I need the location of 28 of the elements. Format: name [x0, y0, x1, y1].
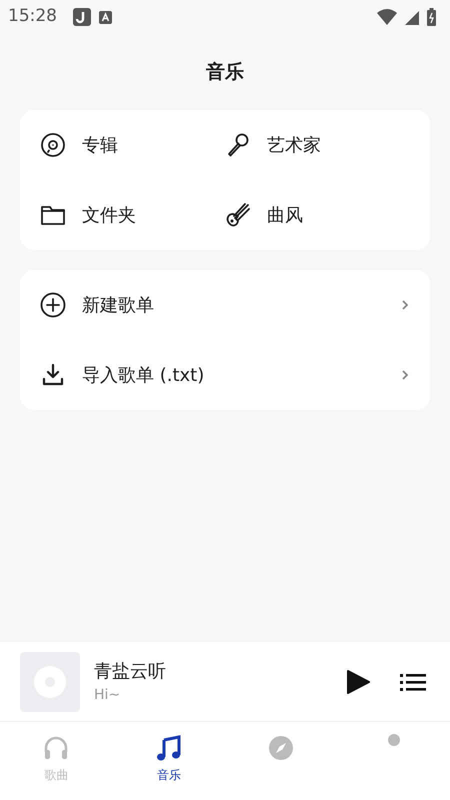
library-item[interactable]: 专辑 — [40, 110, 225, 180]
dot-icon — [388, 734, 400, 746]
playlist-action[interactable]: 新建歌单 — [20, 270, 430, 340]
chevron-icon — [400, 298, 410, 312]
track-subtitle: Hi~ — [94, 686, 122, 704]
download-icon — [40, 362, 66, 388]
status-time: 15:28 — [8, 5, 57, 28]
mini-player[interactable]: 青盐云听 Hi~ — [0, 642, 450, 722]
battery-icon — [427, 8, 436, 26]
nav-tab[interactable]: 音乐 — [112, 722, 225, 800]
music-note-icon — [154, 734, 183, 762]
notification-icon — [73, 8, 91, 26]
signal-icon — [405, 9, 419, 25]
disc-icon — [40, 132, 66, 158]
notification-icon — [99, 10, 112, 24]
library-item[interactable]: 文件夹 — [40, 180, 225, 250]
add-icon — [40, 292, 66, 318]
headphones-icon — [42, 734, 70, 762]
page-title: 音乐 — [206, 60, 244, 85]
microphone-icon — [225, 132, 251, 158]
library-item[interactable]: 艺术家 — [225, 110, 410, 180]
library-item[interactable]: 曲风 — [225, 180, 410, 250]
compass-icon — [267, 734, 296, 762]
guitar-icon — [225, 202, 251, 228]
wifi-icon — [377, 9, 397, 25]
playlist-action[interactable]: 导入歌单 (.txt) — [20, 340, 430, 410]
track-title: 青盐云听 — [94, 660, 167, 684]
chevron-icon — [400, 368, 410, 382]
